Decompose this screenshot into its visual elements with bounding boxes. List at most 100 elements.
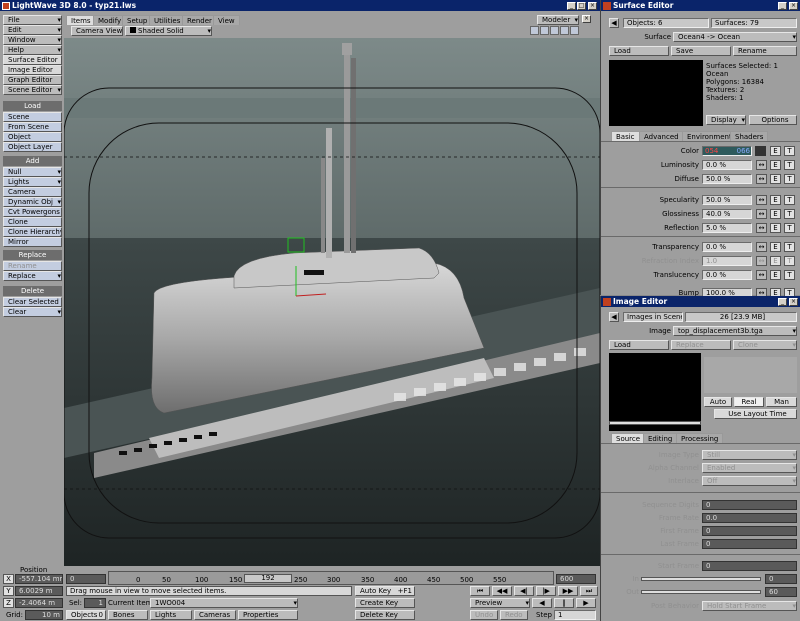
tab-items[interactable]: Items xyxy=(66,15,96,25)
surface-tab-shaders[interactable]: Shaders xyxy=(730,131,769,141)
surface-tab-environment[interactable]: Environment xyxy=(682,131,737,141)
specularity-spin-icon[interactable]: ↔ xyxy=(756,195,767,205)
grid-field[interactable]: 10 m xyxy=(25,610,63,620)
color-texture-button[interactable]: T xyxy=(784,146,795,156)
luminosity-field[interactable]: 0.0 % xyxy=(702,160,752,170)
add-dynamic-obj-button[interactable]: Dynamic Obj ▾ xyxy=(3,197,62,207)
play-icon[interactable]: ▶ xyxy=(576,598,596,608)
diffuse-spin-icon[interactable]: ↔ xyxy=(756,174,767,184)
create-key-button[interactable]: Create Key xyxy=(355,598,415,608)
out-slider[interactable] xyxy=(641,590,761,594)
replace-button[interactable]: Replace ▾ xyxy=(3,271,62,281)
menu-help[interactable]: Help ▾ xyxy=(3,45,62,55)
image-select[interactable]: top_displacement3b.tga ▾ xyxy=(673,326,797,336)
surface-rename-button[interactable]: Rename xyxy=(733,46,797,56)
scene-editor-button[interactable]: Scene Editor ▾ xyxy=(3,85,62,95)
start-frame-field[interactable]: 0 xyxy=(702,561,797,571)
clone-hierarchy-button[interactable]: Clone Hierarchy xyxy=(3,227,62,237)
last-frame-field[interactable]: 0 xyxy=(702,539,797,549)
reflection-texture-button[interactable]: T xyxy=(784,223,795,233)
position-x-field[interactable]: -557.104 mm xyxy=(15,574,63,584)
image-editor-close-icon[interactable]: × xyxy=(789,298,798,306)
position-z-field[interactable]: -2.4064 m xyxy=(15,598,63,608)
diffuse-envelope-button[interactable]: E xyxy=(770,174,781,184)
luminosity-texture-button[interactable]: T xyxy=(784,160,795,170)
tab-render[interactable]: Render xyxy=(182,15,217,25)
image-tab-editing[interactable]: Editing xyxy=(643,433,678,443)
load-object-layer-button[interactable]: Object Layer xyxy=(3,142,62,152)
refraction-envelope-button[interactable]: E xyxy=(770,256,781,266)
surface-save-button[interactable]: Save xyxy=(671,46,731,56)
refraction-texture-button[interactable]: T xyxy=(784,256,795,266)
color-envelope-button[interactable]: E xyxy=(770,146,781,156)
timeline-slider[interactable]: 0 50 100 150 250 300 350 400 450 500 550… xyxy=(108,571,554,585)
end-frame-display[interactable]: 600 xyxy=(556,574,596,584)
camera-viewport[interactable] xyxy=(64,38,600,566)
add-lights-button[interactable]: Lights ▾ xyxy=(3,177,62,187)
play-reverse-icon[interactable]: ◀ xyxy=(532,598,552,608)
reflection-field[interactable]: 5.0 % xyxy=(702,223,752,233)
axis-x-button[interactable]: X xyxy=(3,574,14,584)
options-button[interactable]: Options xyxy=(749,115,797,125)
timeline-thumb[interactable]: 192 xyxy=(244,574,292,583)
next-key-icon[interactable]: ▶▶ xyxy=(558,586,578,596)
pause-icon[interactable]: ‖ xyxy=(554,598,574,608)
luminosity-spin-icon[interactable]: ↔ xyxy=(756,160,767,170)
reflection-spin-icon[interactable]: ↔ xyxy=(756,223,767,233)
mirror-button[interactable]: Mirror xyxy=(3,237,62,247)
lights-tab[interactable]: Lights xyxy=(150,610,192,620)
prev-key-icon[interactable]: ◀◀ xyxy=(492,586,512,596)
color-picker-icon[interactable] xyxy=(755,146,766,156)
rename-button[interactable]: Rename xyxy=(3,261,62,271)
current-item-select[interactable]: 1WO004 ▾ xyxy=(150,598,298,608)
specularity-texture-button[interactable]: T xyxy=(784,195,795,205)
shading-select[interactable]: Shaded Solid ▾ xyxy=(125,26,212,36)
image-frame-slider[interactable] xyxy=(609,421,701,425)
undo-button[interactable]: Undo xyxy=(470,610,498,620)
prev-frame-icon[interactable]: ◀| xyxy=(514,586,534,596)
image-editor-minimize-icon[interactable]: _ xyxy=(778,298,787,306)
surface-tab-advanced[interactable]: Advanced xyxy=(639,131,684,141)
post-behavior-select[interactable]: Hold Start Frame ▾ xyxy=(702,601,797,611)
out-field[interactable]: 60 xyxy=(765,587,797,597)
transparency-envelope-button[interactable]: E xyxy=(770,242,781,252)
cvt-powergons-button[interactable]: Cvt Powergons xyxy=(3,207,62,217)
move-view-icon[interactable] xyxy=(530,26,539,35)
objects-tab[interactable]: Objects 0 xyxy=(66,610,106,620)
last-frame-icon[interactable]: ⏭ xyxy=(580,586,598,596)
glossiness-texture-button[interactable]: T xyxy=(784,209,795,219)
fit-view-icon[interactable] xyxy=(560,26,569,35)
diffuse-texture-button[interactable]: T xyxy=(784,174,795,184)
rotate-view-icon[interactable] xyxy=(540,26,549,35)
glossiness-field[interactable]: 40.0 % xyxy=(702,209,752,219)
menu-file[interactable]: File ▾ xyxy=(3,15,62,25)
surface-select[interactable]: Ocean4 -> Ocean ▾ xyxy=(673,32,797,42)
surface-collapse-button[interactable]: ◀ xyxy=(609,18,619,28)
clear-button[interactable]: Clear ▾ xyxy=(3,307,62,317)
translucency-spin-icon[interactable]: ↔ xyxy=(756,270,767,280)
preview-select[interactable]: Preview ▾ xyxy=(470,598,530,608)
image-tab-source[interactable]: Source xyxy=(611,433,646,443)
glossiness-spin-icon[interactable]: ↔ xyxy=(756,209,767,219)
use-layout-time-button[interactable]: Use Layout Time xyxy=(714,409,797,419)
transparency-texture-button[interactable]: T xyxy=(784,242,795,252)
axis-z-button[interactable]: Z xyxy=(3,598,14,608)
close-icon[interactable]: × xyxy=(588,2,597,10)
graph-editor-button[interactable]: Graph Editor xyxy=(3,75,62,85)
cameras-tab[interactable]: Cameras xyxy=(194,610,236,620)
man-button[interactable]: Man xyxy=(766,397,797,407)
add-null-button[interactable]: Null ▾ xyxy=(3,167,62,177)
in-slider[interactable] xyxy=(641,577,761,581)
clear-selected-button[interactable]: Clear Selected xyxy=(3,297,62,307)
display-select[interactable]: Display ▾ xyxy=(706,115,746,125)
surface-editor-minimize-icon[interactable]: _ xyxy=(778,2,787,10)
transparency-field[interactable]: 0.0 % xyxy=(702,242,752,252)
refraction-index-field[interactable]: 1.0 xyxy=(702,256,752,266)
specularity-field[interactable]: 50.0 % xyxy=(702,195,752,205)
properties-tab[interactable]: Properties xyxy=(238,610,298,620)
start-frame-display[interactable]: 0 xyxy=(66,574,106,584)
step-field[interactable]: 1 xyxy=(554,610,596,620)
menu-edit[interactable]: Edit ▾ xyxy=(3,25,62,35)
refraction-spin-icon[interactable]: ↔ xyxy=(756,256,767,266)
layout-close-icon[interactable]: × xyxy=(582,15,591,23)
